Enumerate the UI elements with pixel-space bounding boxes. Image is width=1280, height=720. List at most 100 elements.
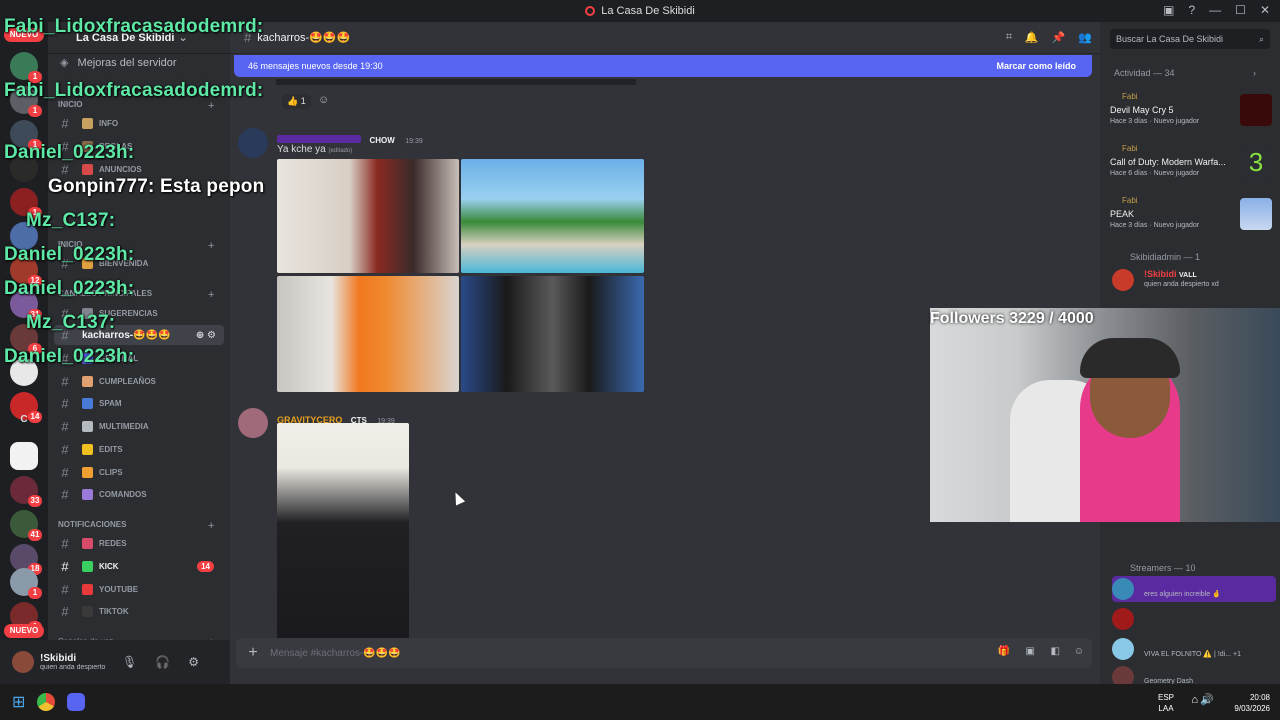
server-icon[interactable]: 33	[10, 476, 42, 507]
inbox-icon[interactable]: ▣	[1163, 3, 1174, 17]
hash-icon: #	[61, 395, 69, 411]
gift-icon[interactable]: 🎁	[998, 646, 1010, 657]
user-status: quien anda despierto	[40, 664, 106, 671]
server-icon[interactable]	[10, 442, 38, 470]
minimize-button[interactable]: —	[1209, 3, 1221, 17]
member-item[interactable]	[1112, 606, 1276, 632]
sticker-icon[interactable]: ◧	[1051, 646, 1060, 657]
stream-chat-line: Daniel_0223h:	[4, 142, 135, 163]
clock-time[interactable]: 20:08	[1234, 692, 1270, 703]
channel-item[interactable]: # MULTIMEDIA	[54, 416, 224, 436]
new-messages-banner[interactable]: 46 mensajes nuevos desde 19:30 Marcar co…	[234, 55, 1092, 77]
timestamp: 19:39	[405, 138, 423, 145]
channel-item[interactable]: # CUMPLEAÑOS	[54, 371, 224, 391]
server-icon[interactable]: 41	[10, 510, 42, 541]
hash-icon: #	[61, 535, 69, 551]
avatar[interactable]	[12, 651, 34, 673]
add-member-icon[interactable]: ⊕	[196, 330, 204, 341]
window-title: La Casa De Skibidi	[601, 5, 695, 17]
search-input[interactable]: Buscar La Casa De Skibidi ⌕	[1110, 29, 1270, 49]
hash-icon: #	[61, 558, 69, 574]
members-icon[interactable]: 👥	[1078, 31, 1092, 44]
channel-item[interactable]: # INFO	[54, 113, 224, 133]
section-header: Skibidiadmin — 1	[1130, 252, 1201, 262]
channel-item[interactable]: # TIKTOK	[54, 601, 224, 621]
message-text: Ya kche ya	[277, 144, 326, 155]
maximize-button[interactable]: ☐	[1235, 3, 1246, 17]
image-attachment[interactable]	[277, 423, 409, 645]
stream-chat-line: Gonpin777: Esta pepon	[48, 176, 265, 197]
stream-chat-line: Fabi_Lidoxfracasadodemrd:	[4, 16, 264, 37]
hash-icon: #	[61, 486, 69, 502]
network-icon[interactable]: ⌂	[1191, 695, 1198, 706]
image-attachment[interactable]	[277, 159, 459, 273]
gif-icon[interactable]: ▣	[1026, 646, 1035, 657]
chrome-icon[interactable]	[37, 693, 56, 711]
threads-icon[interactable]: ⌗	[1006, 31, 1012, 44]
emoji-icon[interactable]: ☺	[1074, 646, 1084, 657]
channel-item[interactable]: # EDITS	[54, 439, 224, 459]
channel-item[interactable]: # CLIPS	[54, 462, 224, 482]
stream-chat-line: Daniel_0223h:	[4, 278, 135, 299]
server-icon[interactable]: 1	[10, 52, 42, 83]
help-icon[interactable]: ?	[1188, 3, 1195, 17]
stream-chat-line: Mz_C137:	[26, 210, 116, 231]
message-composer[interactable]: + Mensaje #kacharros-🤩🤩🤩 🎁 ▣ ◧ ☺	[236, 638, 1092, 668]
discord-taskbar-icon[interactable]	[67, 693, 86, 711]
member-item[interactable]: eres alguien increible 🤞	[1112, 576, 1276, 602]
windows-taskbar: ⊞ ESP LAA ⌂ 🔊 20:08 9/03/2026	[0, 684, 1280, 720]
activity-card[interactable]: Fabi PEAK Hace 3 días · Nuevo jugador	[1110, 196, 1272, 246]
stream-chat-line: Daniel_0223h:	[4, 346, 135, 367]
image-attachment[interactable]	[461, 159, 644, 273]
server-boost-item[interactable]: ◈ Mejoras del servidor	[48, 56, 230, 69]
pin-icon[interactable]: 📌	[1052, 31, 1066, 44]
image-attachment[interactable]	[277, 276, 459, 392]
windows-start-icon[interactable]: ⊞	[12, 692, 25, 712]
search-icon: ⌕	[1258, 34, 1264, 44]
close-button[interactable]: ✕	[1260, 3, 1270, 17]
channel-title: kacharros-🤩🤩🤩	[257, 32, 351, 44]
language-indicator[interactable]: ESP LAA	[1158, 692, 1174, 714]
discord-logo-icon	[585, 6, 596, 16]
activity-title: Actividad — 34 ›	[1114, 68, 1257, 78]
channel-item[interactable]: # SPAM	[54, 393, 224, 413]
boost-icon: ◈	[60, 57, 69, 69]
server-letter-icon[interactable]: C	[0, 414, 48, 425]
previous-image-edge	[276, 79, 636, 85]
hash-icon: #	[61, 603, 69, 619]
message-author[interactable]	[277, 134, 361, 143]
volume-icon[interactable]: 🔊	[1200, 695, 1214, 706]
reaction-pill[interactable]: 👍 1	[282, 94, 311, 109]
unread-badge: 14	[197, 560, 214, 572]
headphones-icon[interactable]: 🎧	[155, 655, 170, 669]
game-cover	[1240, 198, 1272, 230]
activity-card[interactable]: Fabi Call of Duty: Modern Warfa... Hace …	[1110, 144, 1272, 194]
microphone-icon[interactable]: 🎙	[122, 655, 137, 669]
bell-icon[interactable]: 🔔	[1025, 31, 1039, 44]
avatar[interactable]	[238, 408, 268, 438]
attach-plus-icon[interactable]: +	[236, 644, 270, 662]
gear-icon[interactable]: ⚙	[207, 330, 216, 341]
channel-item[interactable]: # REDES	[54, 533, 224, 553]
hash-icon: #	[61, 464, 69, 480]
system-tray: ESP LAA ⌂ 🔊 20:08 9/03/2026	[1158, 692, 1270, 714]
user-panel: !Skibidi quien anda despierto 🎙 🎧 ⚙	[0, 640, 230, 684]
game-cover	[1240, 94, 1272, 126]
gear-icon[interactable]: ⚙	[188, 655, 199, 669]
webcam-overlay	[930, 308, 1280, 522]
server-icon[interactable]: 1	[10, 568, 42, 599]
avatar[interactable]	[238, 128, 268, 158]
add-reaction-icon[interactable]: ☺	[318, 94, 329, 106]
activity-card[interactable]: Fabi Devil May Cry 5 Hace 3 días · Nuevo…	[1110, 92, 1272, 142]
channel-item[interactable]: # COMANDOS	[54, 484, 224, 504]
followers-goal: Followers 3229 / 4000	[930, 310, 1094, 327]
category-header[interactable]: NOTIFICACIONES +	[58, 520, 214, 532]
member-item[interactable]: VIVA EL FOLNITO ⚠️ | !di... +1	[1112, 636, 1276, 662]
channel-item[interactable]: # YOUTUBE	[54, 579, 224, 599]
channel-header: # kacharros-🤩🤩🤩 ⌗ 🔔 📌 👥	[230, 22, 1100, 54]
channel-item[interactable]: # KICK 14	[54, 556, 224, 576]
clock-date[interactable]: 9/03/2026	[1234, 703, 1270, 714]
member-item[interactable]: !Skibidi VALL quien anda despierto xd	[1112, 267, 1276, 293]
image-attachment[interactable]	[461, 276, 644, 392]
mark-read-button[interactable]: Marcar como leído	[996, 61, 1076, 71]
